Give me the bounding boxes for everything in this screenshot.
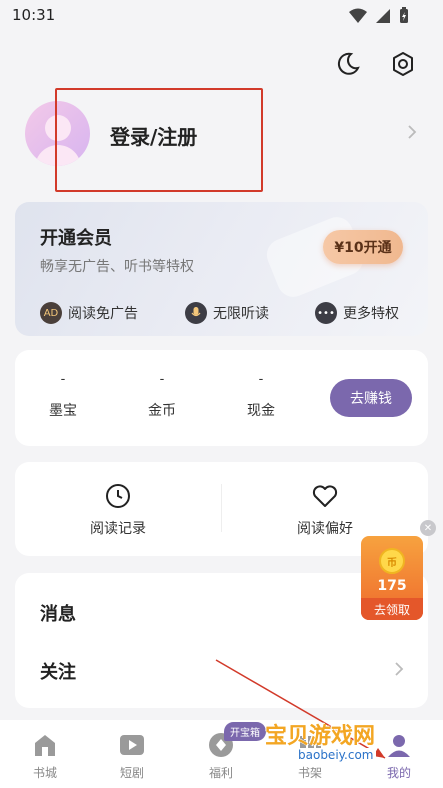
more-icon: ••• <box>315 302 337 324</box>
collect-button[interactable]: 去领取 <box>361 598 423 620</box>
vip-card[interactable]: 开通会员 畅享无广告、听书等特权 ¥10开通 AD 阅读免广告 无限听读 •••… <box>15 202 428 336</box>
signal-icon <box>376 8 390 23</box>
heart-icon <box>312 485 338 507</box>
wallet-card: - 墨宝 - 金币 - 现金 去赚钱 <box>15 350 428 446</box>
chevron-right-icon <box>395 662 404 676</box>
wallet-item-mobao[interactable]: - 墨宝 <box>33 372 93 420</box>
wallet-item-cash[interactable]: - 现金 <box>231 372 291 420</box>
perk-unlimited-listen[interactable]: 无限听读 <box>185 302 269 324</box>
battery-icon <box>400 7 408 23</box>
wallet-value: - <box>159 372 165 387</box>
coin-icon: 币 <box>379 548 405 574</box>
vip-perks: AD 阅读免广告 无限听读 ••• 更多特权 <box>15 302 428 328</box>
profile-section[interactable]: 登录/注册 <box>0 88 443 192</box>
tab-label: 我的 <box>386 766 411 780</box>
bookshelf-icon <box>300 736 321 755</box>
play-icon <box>120 735 144 755</box>
wallet-value: - <box>60 372 66 387</box>
home-icon <box>35 735 55 756</box>
perk-label: 更多特权 <box>343 306 399 322</box>
earn-money-button[interactable]: 去赚钱 <box>330 379 412 417</box>
bottom-tab-bar: 书城 短剧 福利 书架 我的 <box>0 720 443 788</box>
perk-label: 阅读免广告 <box>68 306 138 322</box>
reading-preference-label: 阅读偏好 <box>297 521 353 537</box>
follow-item[interactable]: 关注 <box>40 658 76 684</box>
perk-label: 无限听读 <box>213 306 269 322</box>
gear-icon <box>393 52 413 76</box>
chevron-right-icon <box>408 125 417 139</box>
coin-reward-widget[interactable]: 币 175 去领取 <box>361 536 423 620</box>
tab-short-drama[interactable]: 短剧 <box>102 732 162 781</box>
treasure-box-badge[interactable]: 开宝箱 <box>224 722 266 741</box>
wallet-label: 金币 <box>148 403 176 419</box>
messages-item[interactable]: 消息 <box>40 600 76 626</box>
microphone-icon <box>185 302 207 324</box>
dark-mode-button[interactable] <box>332 48 364 80</box>
wallet-value: - <box>258 372 264 387</box>
wallet-label: 现金 <box>247 403 275 419</box>
vip-subtitle: 畅享无广告、听书等特权 <box>40 259 194 275</box>
wallet-label: 墨宝 <box>49 403 77 419</box>
ad-free-icon: AD <box>40 302 62 324</box>
status-icons <box>349 7 409 24</box>
tab-bookshelf[interactable]: 书架 <box>280 732 340 781</box>
coin-count: 175 <box>377 578 407 594</box>
wifi-icon <box>349 8 367 23</box>
tab-mine[interactable]: 我的 <box>369 732 429 781</box>
divider <box>221 484 222 532</box>
reading-preference-button[interactable]: 阅读偏好 <box>265 482 385 538</box>
profile-icon <box>388 735 410 757</box>
perk-more-privileges[interactable]: ••• 更多特权 <box>315 302 399 324</box>
tab-label: 书城 <box>32 766 57 780</box>
reading-history-label: 阅读记录 <box>90 521 146 537</box>
settings-button[interactable] <box>387 48 419 80</box>
status-time: 10:31 <box>12 6 56 24</box>
wallet-item-coins[interactable]: - 金币 <box>132 372 192 420</box>
clock-icon <box>106 484 130 508</box>
tab-bookstore[interactable]: 书城 <box>15 732 75 781</box>
status-bar: 10:31 <box>0 0 443 32</box>
close-icon[interactable]: ✕ <box>420 520 436 536</box>
tab-label: 福利 <box>208 766 233 780</box>
reading-history-button[interactable]: 阅读记录 <box>58 482 178 538</box>
perk-ad-free[interactable]: AD 阅读免广告 <box>40 302 138 324</box>
moon-icon <box>337 52 360 75</box>
annotation-highlight-box <box>55 88 263 192</box>
tab-label: 短剧 <box>119 766 144 780</box>
vip-open-button[interactable]: ¥10开通 <box>323 230 403 264</box>
tab-label: 书架 <box>297 766 322 780</box>
vip-title: 开通会员 <box>40 228 112 249</box>
